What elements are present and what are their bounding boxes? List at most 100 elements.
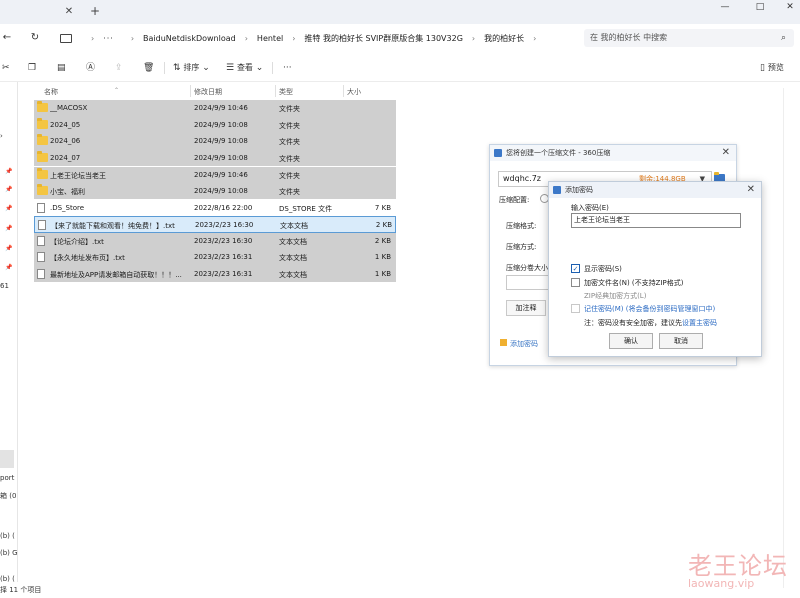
breadcrumb-item[interactable]: BaiduNetdiskDownload <box>143 34 236 43</box>
preview-pane-button[interactable]: ▯ 预览 <box>760 61 784 75</box>
pin-icon: 📌 <box>5 186 13 193</box>
copy-icon[interactable]: ❐ <box>28 61 36 75</box>
file-name: 【永久地址发布页】.txt <box>50 254 125 263</box>
folder-icon <box>37 134 48 146</box>
watermark-cn: 老王论坛 <box>688 552 788 580</box>
cancel-button[interactable]: 取消 <box>659 333 703 349</box>
add-password-link[interactable]: 添加密码 <box>500 339 538 349</box>
maximize-button[interactable]: □ <box>745 0 775 14</box>
file-type: 文件夹 <box>279 188 300 197</box>
folder-icon <box>37 167 48 179</box>
file-name: __MACOSX <box>50 104 88 113</box>
file-row[interactable]: __MACOSX 2024/9/9 10:46 文件夹 <box>34 100 396 117</box>
minimize-button[interactable]: — <box>710 0 740 14</box>
nav-expand-icon[interactable]: › <box>0 132 3 140</box>
file-row[interactable]: 2024_07 2024/9/9 10:08 文件夹 <box>34 149 396 167</box>
compress-dialog-title: 您将创建一个压缩文件 - 360压缩 ✕ <box>490 145 736 161</box>
breadcrumb-item[interactable]: 推特 我的柏好长 SVIP群原版合集 130V32G <box>304 33 462 44</box>
nav-item[interactable]: (b) ( <box>0 532 15 540</box>
remember-password-label: 记住密码(M) (将会备份到密码管理窗口中) <box>584 305 716 313</box>
add-comment-button[interactable]: 加注释 <box>506 300 546 316</box>
file-row[interactable]: 2024_05 2024/9/9 10:08 文件夹 <box>34 116 396 134</box>
breadcrumb[interactable]: › ··· › BaiduNetdiskDownload › Hentel › … <box>60 28 570 48</box>
breadcrumb-item[interactable]: 我的柏好长 <box>484 33 524 44</box>
password-title-text: 添加密码 <box>565 186 593 194</box>
file-row[interactable]: 【来了就能下载和观看！纯免费！】.txt 2023/2/23 16:30 文本文档 2… <box>34 216 396 233</box>
sort-label: 排序 <box>183 63 200 72</box>
file-type: 文本文档 <box>279 254 307 263</box>
chevron-right-icon: › <box>244 33 248 43</box>
column-divider[interactable] <box>343 85 344 97</box>
file-row[interactable]: 【永久地址发布页】.txt 2023/2/23 16:31 文本文档 1 KB <box>34 249 396 266</box>
set-master-password-link[interactable]: 设置主密码 <box>682 319 717 327</box>
nav-item[interactable]: port <box>0 474 14 482</box>
password-input[interactable]: 上老王论坛当老王 <box>571 213 741 228</box>
close-window-button[interactable]: ✕ <box>775 0 800 14</box>
encrypt-filenames-checkbox[interactable] <box>571 278 580 287</box>
refresh-icon[interactable]: ↻ <box>28 31 42 45</box>
remember-password-checkbox[interactable] <box>571 304 580 313</box>
file-row[interactable]: 【论坛介绍】.txt 2023/2/23 16:30 文本文档 2 KB <box>34 232 396 250</box>
password-dialog-title: 添加密码 ✕ <box>549 182 761 198</box>
column-date[interactable]: 修改日期 <box>194 87 222 97</box>
file-icon <box>37 235 45 246</box>
zip-legacy-label: ZIP经典加密方式(L) <box>584 292 647 300</box>
file-row[interactable]: 2024_06 2024/9/9 10:08 文件夹 <box>34 133 396 150</box>
navigation-pane: › 📌 📌 📌 📌 📌 📌 61 port 箱 (0 (b) ( (b) G (… <box>0 82 18 583</box>
file-row[interactable]: 最新地址及APP请发邮箱自动获取！！！... 2023/2/23 16:31 文本文… <box>34 265 396 283</box>
encrypt-filenames-label: 加密文件名(N) (不支持ZIP格式) <box>584 279 684 287</box>
column-size[interactable]: 大小 <box>347 87 361 97</box>
column-name[interactable]: 名称 <box>44 87 58 97</box>
compress-title-text: 您将创建一个压缩文件 - 360压缩 <box>506 149 611 157</box>
ok-button[interactable]: 确认 <box>609 333 653 349</box>
sort-button[interactable]: ⇅ 排序 ⌄ <box>173 61 210 75</box>
nav-selected-item[interactable] <box>0 450 14 468</box>
breadcrumb-item[interactable]: Hentel <box>257 34 283 43</box>
file-name: 【论坛介绍】.txt <box>50 237 104 246</box>
file-name: 2024_06 <box>50 137 81 146</box>
file-row[interactable]: 小宝、福利 2024/9/9 10:08 文件夹 <box>34 183 396 200</box>
paste-icon[interactable]: ▤ <box>57 61 66 75</box>
archive-filename: wdqhc.7z <box>503 174 541 183</box>
column-divider[interactable] <box>275 85 276 97</box>
file-type: 文件夹 <box>279 171 300 180</box>
nav-item[interactable]: 61 <box>0 282 9 290</box>
nav-item[interactable]: (b) G <box>0 549 18 557</box>
add-password-label: 添加密码 <box>510 340 538 348</box>
file-name: 最新地址及APP请发邮箱自动获取！！！... <box>50 270 182 279</box>
chevron-right-icon: › <box>533 33 537 43</box>
delete-icon[interactable]: 🗑 <box>143 61 154 75</box>
tab-close-icon[interactable]: ✕ <box>62 5 76 19</box>
show-password-checkbox[interactable]: ✓ <box>571 264 580 273</box>
folder-icon <box>37 184 48 196</box>
chevron-right-icon: › <box>471 33 476 43</box>
file-row[interactable]: .DS_Store 2022/8/16 22:00 DS_STORE 文件 7 KB <box>34 200 396 216</box>
close-icon[interactable]: ✕ <box>747 182 755 198</box>
chevron-right-icon: › <box>292 33 296 43</box>
split-size-input[interactable] <box>506 275 552 290</box>
more-options-button[interactable]: ··· <box>283 61 292 75</box>
file-type: 文件夹 <box>279 105 300 114</box>
search-input[interactable]: 在 我的柏好长 中搜索 ⌕ <box>584 29 794 47</box>
nav-item[interactable]: (b) ( <box>0 575 15 583</box>
file-date: 2024/9/9 10:08 <box>194 120 248 129</box>
file-type: 文件夹 <box>279 154 300 163</box>
rename-icon[interactable]: Ⓐ <box>86 61 95 75</box>
pin-icon: 📌 <box>5 264 13 271</box>
view-button[interactable]: ☰ 查看 ⌄ <box>226 61 263 75</box>
cut-icon[interactable]: ✂ <box>2 61 10 75</box>
sort-caret-icon: ⌃ <box>114 87 120 94</box>
close-icon[interactable]: ✕ <box>722 145 730 161</box>
file-date: 2024/9/9 10:08 <box>194 153 248 162</box>
file-row[interactable]: 上老王论坛当老王 2024/9/9 10:46 文件夹 <box>34 166 396 183</box>
column-type[interactable]: 类型 <box>279 87 293 97</box>
new-tab-button[interactable]: + <box>88 4 102 18</box>
method-label: 压缩方式: <box>506 243 537 251</box>
column-divider[interactable] <box>190 85 191 97</box>
file-rows: __MACOSX 2024/9/9 10:46 文件夹 2024_05 2024/9/9… <box>34 100 396 283</box>
more-crumbs-icon[interactable]: ··· <box>103 34 114 43</box>
back-arrow-icon[interactable]: ← <box>0 31 14 45</box>
scrollbar-track[interactable] <box>783 88 784 588</box>
nav-item[interactable]: 箱 (0 <box>0 491 16 501</box>
share-icon[interactable]: ⇪ <box>115 61 123 75</box>
